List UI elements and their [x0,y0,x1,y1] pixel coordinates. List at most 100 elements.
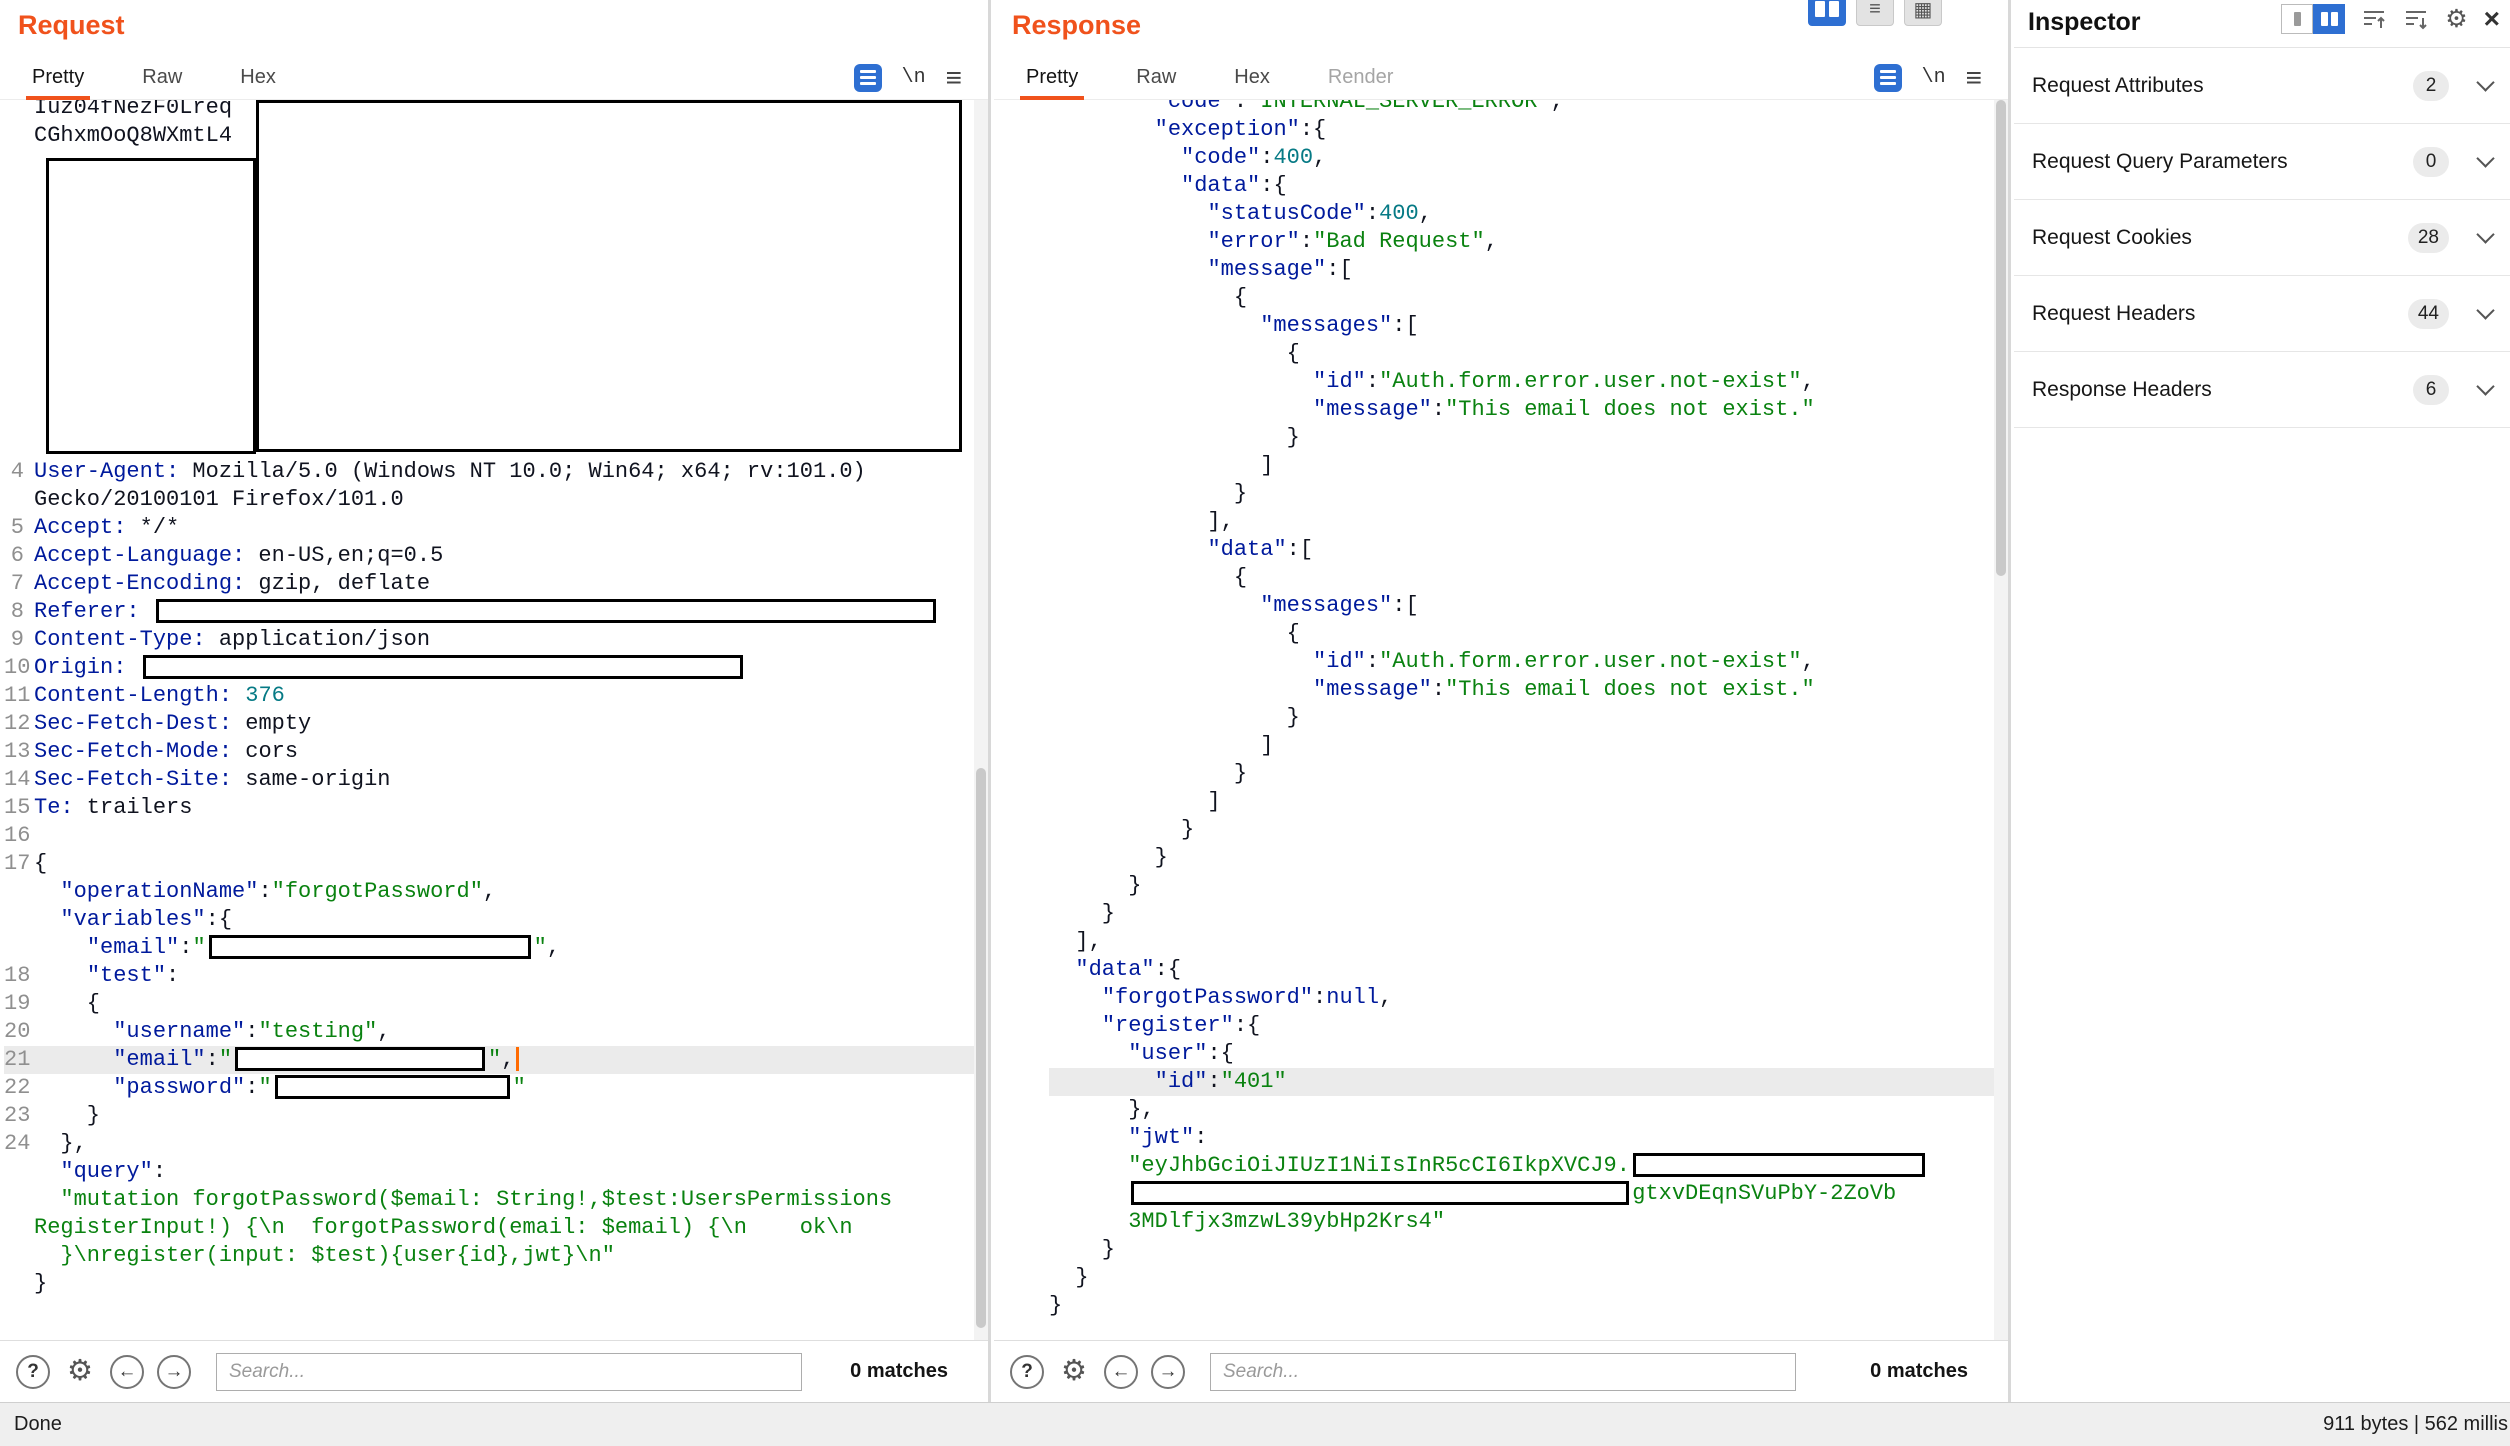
hamburger-menu-icon[interactable]: ≡ [946,64,962,92]
code-line[interactable]: 15Te: trailers [4,794,988,822]
tab-pretty[interactable]: Pretty [1026,66,1078,89]
response-editor[interactable]: "code":"INTERNAL_SERVER_ERROR", "excepti… [994,100,2008,1340]
code-line[interactable]: "code":"INTERNAL_SERVER_ERROR", [1049,100,2008,116]
code-line[interactable]: "id":"Auth.form.error.user.not-exist", [1049,368,2008,396]
code-line[interactable]: "forgotPassword":null, [1049,984,2008,1012]
code-line[interactable]: ] [1049,788,2008,816]
code-line[interactable]: }\nregister(input: $test){user{id},jwt}\… [4,1242,988,1270]
code-line[interactable]: } [1049,1292,2008,1320]
code-line[interactable]: 22 "password":"" [4,1074,988,1102]
code-line[interactable]: 16 [4,822,988,850]
request-scrollbar[interactable] [974,100,988,1340]
chevron-down-icon[interactable] [2476,225,2494,243]
code-line[interactable]: "message":[ [1049,256,2008,284]
code-line[interactable]: 19 { [4,990,988,1018]
code-line[interactable]: 20 "username":"testing", [4,1018,988,1046]
code-line[interactable]: } [1049,760,2008,788]
response-search-input[interactable] [1210,1353,1796,1391]
next-match-button[interactable]: → [1151,1355,1185,1389]
code-line[interactable]: } [1049,844,2008,872]
code-line[interactable]: "variables":{ [4,906,988,934]
code-line[interactable]: 10Origin: [4,654,988,682]
chevron-down-icon[interactable] [2476,149,2494,167]
previous-match-button[interactable]: ← [110,1355,144,1389]
code-line[interactable]: { [1049,620,2008,648]
request-search-input[interactable] [216,1353,802,1391]
tab-hex[interactable]: Hex [240,66,276,89]
code-line[interactable]: "data":{ [1049,172,2008,200]
code-line[interactable]: "messages":[ [1049,312,2008,340]
code-line[interactable]: "query": [4,1158,988,1186]
code-line[interactable]: 17{ [4,850,988,878]
code-line[interactable]: "register":{ [1049,1012,2008,1040]
code-line[interactable]: { [1049,340,2008,368]
scrollbar-thumb[interactable] [976,768,986,1328]
tab-raw[interactable]: Raw [142,66,182,89]
code-line[interactable]: 8Referer: [4,598,988,626]
code-line[interactable]: } [1049,424,2008,452]
help-icon[interactable]: ? [1010,1355,1044,1389]
code-line[interactable]: "message":"This email does not exist." [1049,676,2008,704]
code-line[interactable]: } [1049,1236,2008,1264]
inspector-section-request-query-parameters[interactable]: Request Query Parameters 0 [2014,124,2510,200]
inspector-section-request-headers[interactable]: Request Headers 44 [2014,276,2510,352]
code-line[interactable]: 24 }, [4,1130,988,1158]
code-line[interactable]: "statusCode":400, [1049,200,2008,228]
code-line[interactable]: { [1049,284,2008,312]
code-line[interactable]: "exception":{ [1049,116,2008,144]
single-column-view-icon[interactable] [2281,4,2313,34]
code-line[interactable]: "id":"Auth.form.error.user.not-exist", [1049,648,2008,676]
tab-raw[interactable]: Raw [1136,66,1176,89]
code-line[interactable]: 4User-Agent: Mozilla/5.0 (Windows NT 10.… [4,458,988,486]
code-line[interactable]: 5Accept: */* [4,514,988,542]
inspector-section-request-attributes[interactable]: Request Attributes 2 [2014,48,2510,124]
split-view-icon[interactable] [2313,4,2345,34]
help-icon[interactable]: ? [16,1355,50,1389]
code-line[interactable]: "mutation forgotPassword($email: String!… [4,1186,988,1214]
response-code[interactable]: "code":"INTERNAL_SERVER_ERROR", "excepti… [994,100,2008,1320]
tab-render[interactable]: Render [1328,66,1394,89]
inspector-settings-gear-icon[interactable]: ⚙ [2445,7,2467,32]
code-line[interactable]: "messages":[ [1049,592,2008,620]
code-line[interactable]: } [1049,900,2008,928]
search-settings-gear-icon[interactable]: ⚙ [1057,1357,1091,1386]
next-match-button[interactable]: → [157,1355,191,1389]
code-line[interactable]: { [1049,564,2008,592]
code-line[interactable]: 3MDlfjx3mzwL39ybHp2Krs4" [1049,1208,2008,1236]
code-line[interactable]: 21 "email":"", [4,1046,988,1074]
code-line[interactable]: ], [1049,928,2008,956]
inspector-section-request-cookies[interactable]: Request Cookies 28 [2014,200,2510,276]
chevron-down-icon[interactable] [2476,301,2494,319]
code-line[interactable]: 13Sec-Fetch-Mode: cors [4,738,988,766]
response-scrollbar[interactable] [1994,100,2008,1340]
code-line[interactable]: "id":"401" [1049,1068,2008,1096]
code-line[interactable]: 9Content-Type: application/json [4,626,988,654]
rows-layout-icon[interactable]: ≡ [1856,0,1894,26]
collapse-all-icon[interactable] [2361,6,2387,32]
previous-match-button[interactable]: ← [1104,1355,1138,1389]
chevron-down-icon[interactable] [2476,73,2494,91]
code-line[interactable]: "jwt": [1049,1124,2008,1152]
expand-all-icon[interactable] [2403,6,2429,32]
code-line[interactable]: "eyJhbGciOiJIUzI1NiIsInR5cCI6IkpXVCJ9. [1049,1152,2008,1180]
code-line[interactable]: } [4,1270,988,1298]
code-line[interactable]: 23 } [4,1102,988,1130]
code-line[interactable]: "error":"Bad Request", [1049,228,2008,256]
code-line[interactable]: ] [1049,452,2008,480]
code-line[interactable]: "code":400, [1049,144,2008,172]
tab-hex[interactable]: Hex [1234,66,1270,89]
code-line[interactable]: ] [1049,732,2008,760]
scrollbar-thumb[interactable] [1996,100,2006,576]
chevron-down-icon[interactable] [2476,377,2494,395]
request-editor[interactable]: Iuz04fNezF0LreqCGhxmOoQ8WXmtL44User-Agen… [0,100,988,1340]
search-settings-gear-icon[interactable]: ⚙ [63,1357,97,1386]
code-line[interactable]: 14Sec-Fetch-Site: same-origin [4,766,988,794]
code-line[interactable]: "data":[ [1049,536,2008,564]
code-line[interactable]: } [1049,816,2008,844]
code-line[interactable]: Gecko/20100101 Firefox/101.0 [4,486,988,514]
code-line[interactable]: "operationName":"forgotPassword", [4,878,988,906]
hamburger-menu-icon[interactable]: ≡ [1966,64,1982,92]
code-line[interactable]: RegisterInput!) {\n forgotPassword(email… [4,1214,988,1242]
code-line[interactable]: 12Sec-Fetch-Dest: empty [4,710,988,738]
show-newlines-button[interactable]: \n [1922,66,1946,89]
